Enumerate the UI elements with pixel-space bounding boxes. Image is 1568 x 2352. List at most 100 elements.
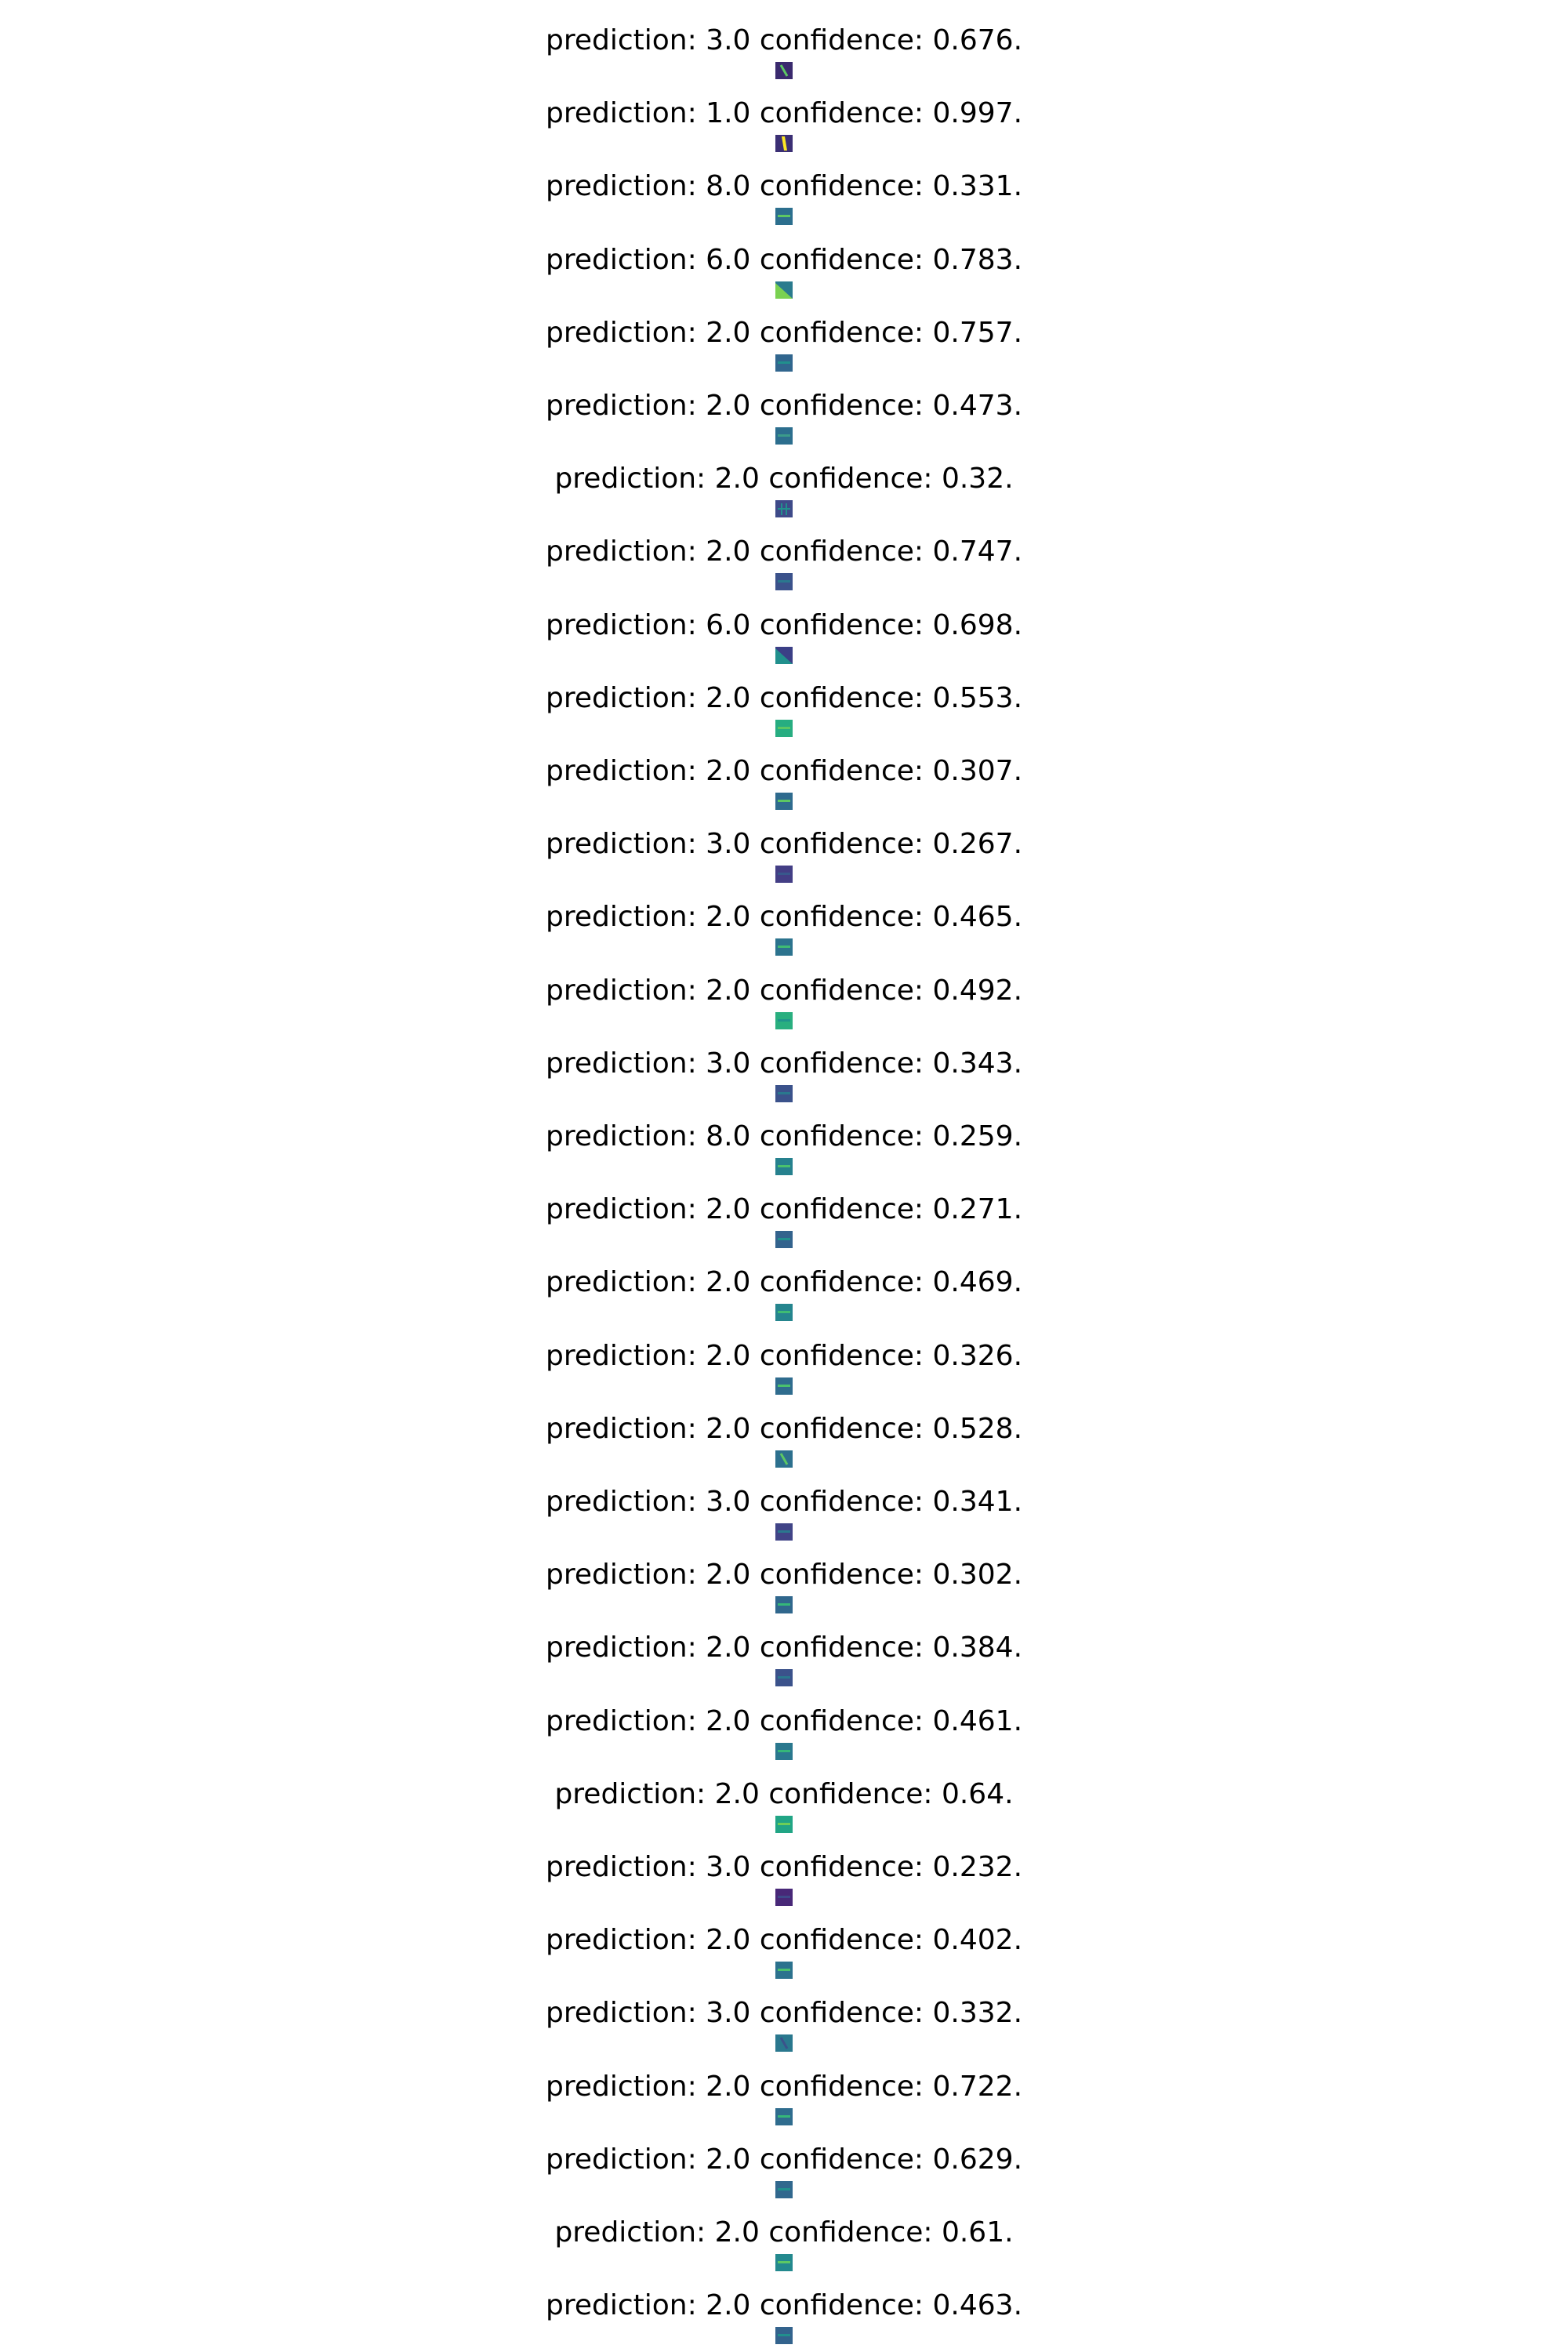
- digit-image: [775, 427, 793, 445]
- digit-thumbnail: [775, 1012, 793, 1029]
- digit-thumbnail: [775, 1743, 793, 1760]
- digit-stroke: [778, 873, 790, 875]
- panel-title: prediction: 2.0 confidence: 0.492.: [545, 975, 1023, 1007]
- prediction-panel: prediction: 2.0 confidence: 0.492.: [0, 958, 1568, 1031]
- digit-stroke: [778, 1311, 790, 1313]
- digit-stroke: [778, 215, 790, 217]
- digit-thumbnail: [775, 281, 793, 299]
- digit-image: [775, 1816, 793, 1833]
- digit-stroke: [778, 800, 790, 802]
- digit-thumbnail: [775, 1304, 793, 1321]
- panel-title: prediction: 1.0 confidence: 0.997.: [545, 97, 1023, 129]
- digit-thumbnail: [775, 354, 793, 372]
- digit-thumbnail: [775, 2034, 793, 2052]
- digit-thumbnail: [775, 1596, 793, 1613]
- digit-image: [775, 1085, 793, 1102]
- digit-stroke: [778, 361, 790, 364]
- prediction-panel: prediction: 2.0 confidence: 0.32.: [0, 446, 1568, 519]
- digit-thumbnail: [775, 500, 793, 517]
- panel-title: prediction: 6.0 confidence: 0.698.: [545, 609, 1023, 641]
- digit-stroke: [778, 1969, 790, 1971]
- digit-thumbnail: [775, 1450, 793, 1468]
- digit-image: [775, 2034, 793, 2052]
- digit-stroke: [778, 1385, 790, 1387]
- digit-stroke: [778, 1603, 790, 1606]
- digit-thumbnail: [775, 1085, 793, 1102]
- prediction-panel: prediction: 3.0 confidence: 0.676.: [0, 8, 1568, 81]
- panel-title: prediction: 2.0 confidence: 0.465.: [545, 901, 1023, 933]
- panel-title: prediction: 2.0 confidence: 0.757.: [545, 317, 1023, 349]
- prediction-panel: prediction: 2.0 confidence: 0.528.: [0, 1396, 1568, 1469]
- panel-title: prediction: 2.0 confidence: 0.722.: [545, 2071, 1023, 2103]
- digit-thumbnail: [775, 2181, 793, 2198]
- prediction-panel: prediction: 2.0 confidence: 0.747.: [0, 519, 1568, 592]
- digit-image: [775, 1523, 793, 1541]
- panel-title: prediction: 2.0 confidence: 0.64.: [554, 1778, 1014, 1810]
- prediction-panel: prediction: 2.0 confidence: 0.465.: [0, 884, 1568, 957]
- digit-image: [775, 1743, 793, 1760]
- panel-title: prediction: 2.0 confidence: 0.463.: [545, 2289, 1023, 2321]
- digit-image: [775, 1231, 793, 1248]
- digit-image: [775, 354, 793, 372]
- panel-title: prediction: 2.0 confidence: 0.402.: [545, 1924, 1023, 1956]
- digit-thumbnail: [775, 647, 793, 664]
- digit-thumbnail: [775, 2108, 793, 2125]
- prediction-panel: prediction: 2.0 confidence: 0.461.: [0, 1689, 1568, 1762]
- digit-thumbnail: [775, 1158, 793, 1175]
- digit-thumbnail: [775, 1377, 793, 1395]
- prediction-panel: prediction: 2.0 confidence: 0.463.: [0, 2273, 1568, 2346]
- prediction-panel: prediction: 8.0 confidence: 0.259.: [0, 1104, 1568, 1177]
- prediction-panel: prediction: 2.0 confidence: 0.271.: [0, 1177, 1568, 1250]
- digit-thumbnail: [775, 938, 793, 956]
- prediction-panel: prediction: 6.0 confidence: 0.783.: [0, 227, 1568, 300]
- digit-stroke: [778, 1676, 790, 1679]
- digit-image: [775, 1012, 793, 1029]
- digit-image: [775, 720, 793, 737]
- panel-title: prediction: 2.0 confidence: 0.553.: [545, 682, 1023, 714]
- prediction-panel: prediction: 6.0 confidence: 0.698.: [0, 593, 1568, 666]
- prediction-panel: prediction: 2.0 confidence: 0.722.: [0, 2054, 1568, 2127]
- prediction-panel: prediction: 3.0 confidence: 0.343.: [0, 1031, 1568, 1104]
- panel-title: prediction: 2.0 confidence: 0.747.: [545, 535, 1023, 568]
- digit-thumbnail: [775, 1523, 793, 1541]
- prediction-panel: prediction: 3.0 confidence: 0.332.: [0, 1980, 1568, 2053]
- prediction-panel: prediction: 2.0 confidence: 0.473.: [0, 373, 1568, 446]
- digit-stroke: [778, 2334, 790, 2336]
- digit-image: [775, 281, 793, 299]
- digit-stroke: [778, 1750, 790, 1752]
- digit-stroke: [778, 1019, 790, 1022]
- prediction-panel: prediction: 2.0 confidence: 0.307.: [0, 739, 1568, 811]
- prediction-panel: prediction: 1.0 confidence: 0.997.: [0, 81, 1568, 154]
- digit-stroke: [778, 2261, 790, 2263]
- digit-thumbnail: [775, 1231, 793, 1248]
- prediction-panel: prediction: 3.0 confidence: 0.267.: [0, 811, 1568, 884]
- digit-image: [775, 208, 793, 225]
- digit-thumbnail: [775, 1816, 793, 1833]
- prediction-panel: prediction: 2.0 confidence: 0.757.: [0, 300, 1568, 373]
- digit-thumbnail: [775, 2254, 793, 2271]
- prediction-panel: prediction: 3.0 confidence: 0.232.: [0, 1835, 1568, 1907]
- panel-title: prediction: 3.0 confidence: 0.332.: [545, 1997, 1023, 2029]
- digit-stroke: [778, 946, 790, 948]
- digit-thumbnail: [775, 1889, 793, 1906]
- prediction-panel: prediction: 2.0 confidence: 0.469.: [0, 1250, 1568, 1323]
- digit-thumbnail: [775, 62, 793, 79]
- digit-stroke: [778, 1092, 790, 1094]
- panel-title: prediction: 6.0 confidence: 0.783.: [545, 244, 1023, 276]
- panel-title: prediction: 2.0 confidence: 0.61.: [554, 2216, 1014, 2249]
- digit-stroke: [778, 727, 790, 729]
- prediction-panel: prediction: 8.0 confidence: 0.331.: [0, 154, 1568, 227]
- digit-thumbnail: [775, 720, 793, 737]
- digit-thumbnail: [775, 1962, 793, 1979]
- digit-image: [775, 2254, 793, 2271]
- panel-title: prediction: 2.0 confidence: 0.271.: [545, 1193, 1023, 1225]
- digit-stroke: [778, 2188, 790, 2190]
- panel-title: prediction: 2.0 confidence: 0.326.: [545, 1340, 1023, 1372]
- prediction-panel: prediction: 2.0 confidence: 0.553.: [0, 666, 1568, 739]
- digit-image: [775, 793, 793, 810]
- digit-stroke: [778, 1238, 790, 1240]
- digit-image: [775, 1596, 793, 1613]
- panel-title: prediction: 2.0 confidence: 0.461.: [545, 1705, 1023, 1737]
- prediction-figure: prediction: 3.0 confidence: 0.676. predic…: [0, 0, 1568, 2352]
- panel-title: prediction: 2.0 confidence: 0.32.: [554, 463, 1014, 495]
